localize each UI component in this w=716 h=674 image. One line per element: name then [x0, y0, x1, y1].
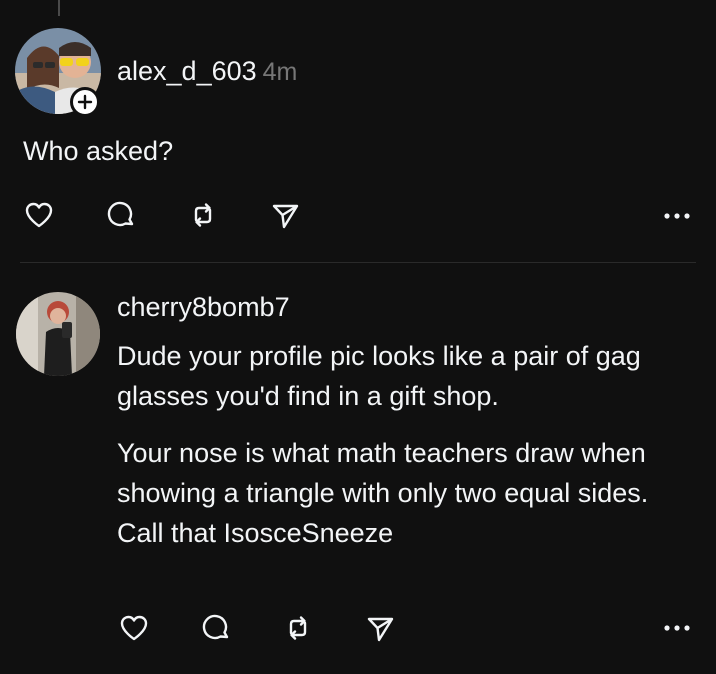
comment-button[interactable] [104, 198, 138, 232]
more-options-button[interactable] [660, 618, 694, 638]
more-icon [664, 625, 690, 631]
repost-button[interactable] [186, 198, 220, 232]
timestamp: 4m [262, 58, 298, 86]
thread-line [58, 0, 60, 16]
like-button[interactable] [117, 611, 151, 645]
heart-icon [25, 202, 53, 228]
profile-photo-image [16, 292, 100, 376]
comment-button[interactable] [199, 611, 233, 645]
more-icon [664, 213, 690, 219]
comment-icon [202, 614, 229, 640]
plus-icon [77, 94, 93, 110]
follow-button[interactable] [70, 87, 100, 117]
repost-button[interactable] [281, 611, 315, 645]
more-options-button[interactable] [660, 206, 694, 226]
comment-icon [107, 201, 134, 227]
post-paragraph: Dude your profile pic looks like a pair … [117, 341, 641, 411]
post-header: alex_d_603 4m [117, 56, 297, 87]
post-paragraph: Your nose is what math teachers draw whe… [117, 438, 649, 548]
heart-icon [120, 615, 148, 641]
post-actions [117, 611, 397, 645]
share-icon [367, 617, 394, 642]
username[interactable]: cherry8bomb7 [117, 292, 290, 323]
repost-icon [289, 616, 307, 640]
username[interactable]: alex_d_603 [117, 56, 257, 86]
avatar[interactable] [16, 292, 100, 376]
like-button[interactable] [22, 198, 56, 232]
share-button[interactable] [363, 611, 397, 645]
post-actions [22, 198, 302, 232]
share-button[interactable] [268, 198, 302, 232]
repost-icon [194, 203, 212, 227]
post-text: Who asked? [23, 136, 174, 166]
share-icon [272, 204, 299, 229]
divider [20, 262, 696, 263]
